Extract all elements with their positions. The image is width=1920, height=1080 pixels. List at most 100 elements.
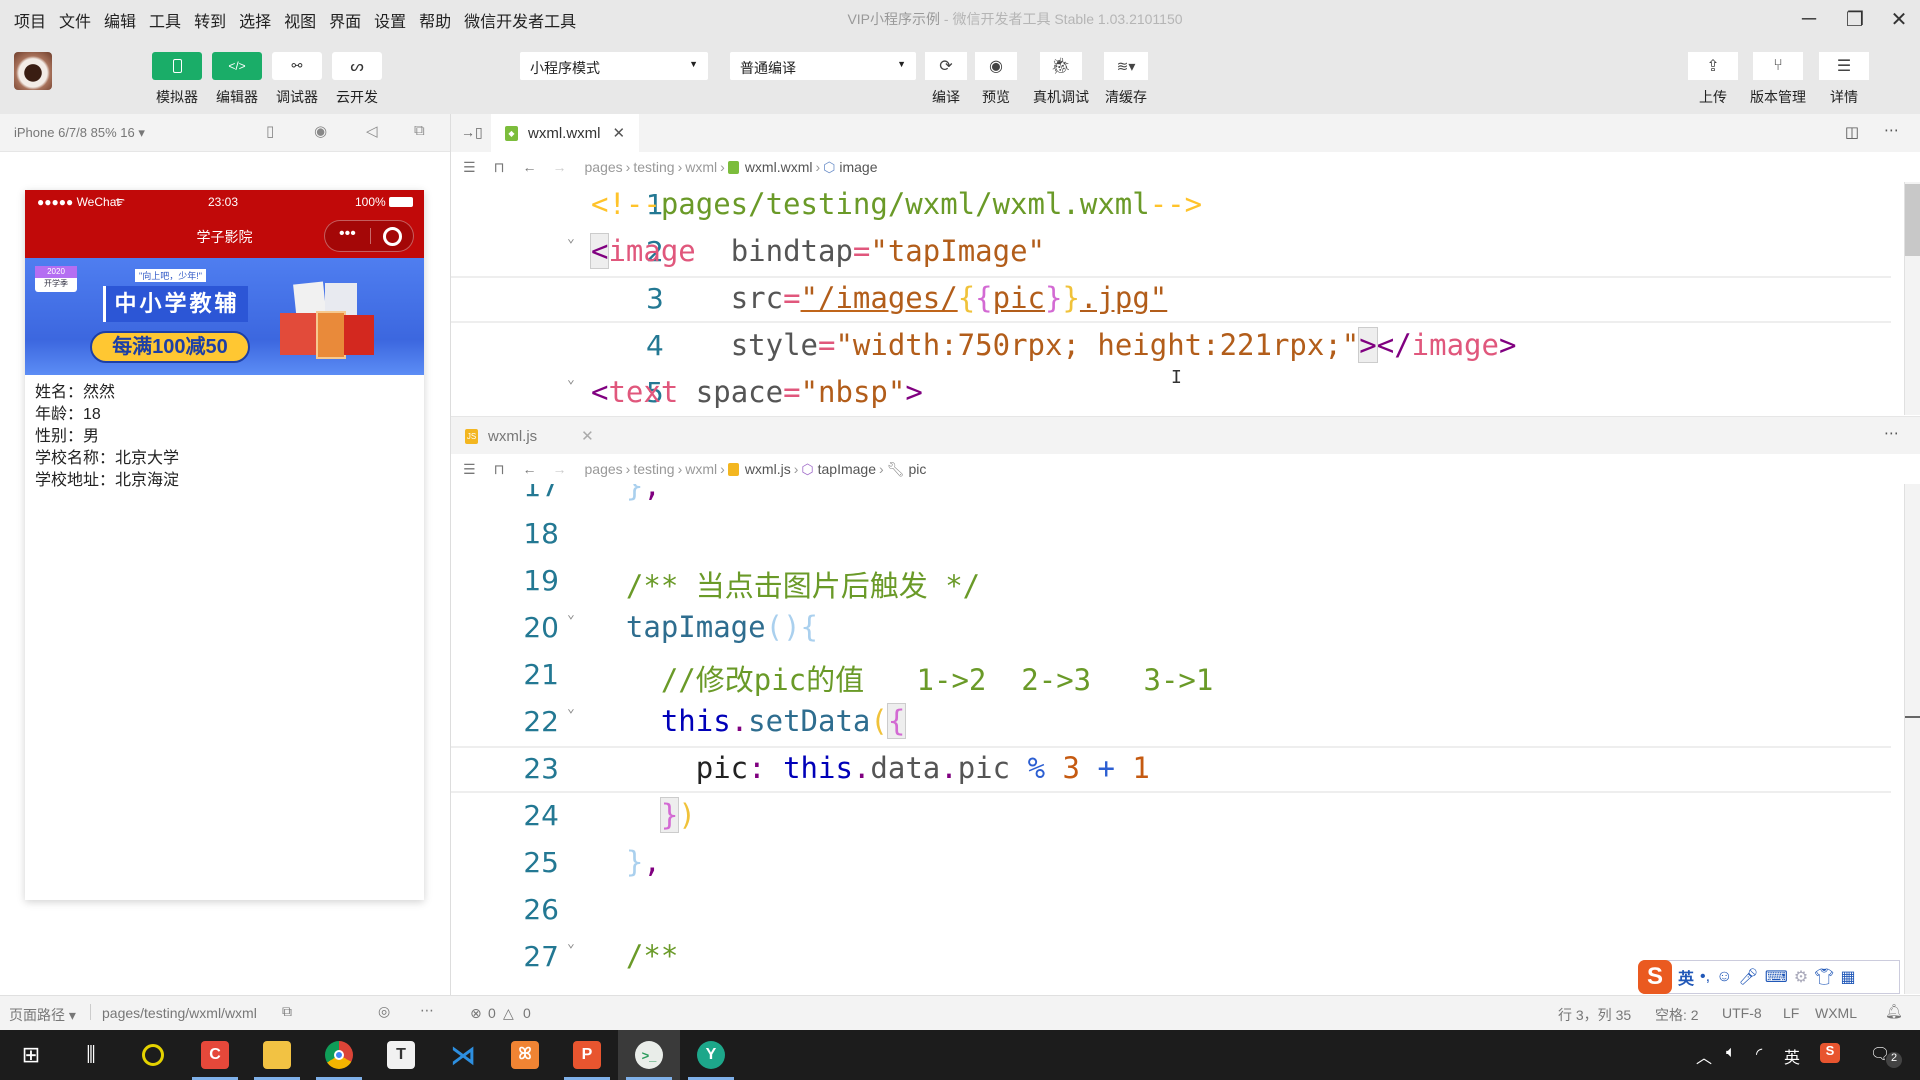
cursor-position[interactable]: 行 3，列 35 <box>1558 1005 1631 1025</box>
avatar[interactable] <box>14 52 52 90</box>
taskbar-xmind[interactable]: ꕤ <box>494 1030 556 1080</box>
emoji-icon[interactable]: ☺ <box>1716 968 1732 986</box>
real-device-debug-button[interactable]: 🐞︎ <box>1040 52 1082 80</box>
preview-button[interactable]: ◉ <box>975 52 1017 80</box>
crumb-wxml-folder[interactable]: wxml <box>685 461 717 477</box>
more-actions-icon[interactable]: ⋯ <box>1884 121 1899 139</box>
eye-icon[interactable]: ◎ <box>378 1003 390 1020</box>
skin-icon[interactable]: 👕︎ <box>1814 967 1834 987</box>
error-icon[interactable]: ⊗ <box>470 1005 482 1022</box>
forward-icon[interactable]: → <box>553 461 567 477</box>
sogou-tray-icon[interactable]: S <box>1820 1043 1840 1063</box>
mode-select[interactable]: 小程序模式 ▼ <box>520 52 708 80</box>
crumb-testing[interactable]: testing <box>633 159 674 175</box>
minimize-button[interactable]: ─ <box>1786 4 1832 34</box>
crumb-file[interactable]: wxml.js <box>745 461 791 477</box>
taskbar-wps[interactable]: P <box>556 1030 618 1080</box>
ime-mode[interactable]: 英 <box>1678 965 1694 989</box>
editor1-code[interactable]: 1 <!--pages/testing/wxml/wxml.wxml--> 2 … <box>451 182 1891 415</box>
crumb-wxml-folder[interactable]: wxml <box>685 159 717 175</box>
sound-icon[interactable]: ◁ <box>366 122 378 140</box>
crumb-pages[interactable]: pages <box>585 461 623 477</box>
device-select[interactable]: iPhone 6/7/8 85% 16 ▾ <box>14 125 145 141</box>
back-icon[interactable]: ← <box>523 461 537 477</box>
simulator-button[interactable] <box>152 52 202 80</box>
version-button[interactable]: ⑂ <box>1753 52 1803 80</box>
taskbar-typora[interactable]: T <box>370 1030 432 1080</box>
fold-chevron-icon[interactable]: ⌄ <box>567 372 575 387</box>
editor2-scrollbar[interactable] <box>1904 484 1920 994</box>
task-view-button[interactable]: ⫼ <box>60 1030 122 1080</box>
maximize-button[interactable]: ❐ <box>1832 4 1878 34</box>
fold-chevron-icon[interactable]: ⌄ <box>567 607 575 622</box>
bookmark-icon[interactable]: ⊓ <box>494 461 505 478</box>
crumb-file[interactable]: wxml.wxml <box>745 159 813 175</box>
page-path-dropdown[interactable]: 页面路径 ▾ <box>9 1005 76 1025</box>
compile-mode-select[interactable]: 普通编译 ▼ <box>730 52 916 80</box>
outline-icon[interactable]: ☰ <box>463 159 476 176</box>
taskbar-chrome[interactable] <box>308 1030 370 1080</box>
error-count[interactable]: 0 <box>488 1005 496 1021</box>
taskbar-app-c[interactable]: C <box>184 1030 246 1080</box>
indentation[interactable]: 空格: 2 <box>1655 1005 1699 1025</box>
more-icon[interactable]: ••• <box>339 225 356 243</box>
outline-icon[interactable]: ☰ <box>463 461 476 478</box>
wifi-icon[interactable]: ◜ <box>1756 1044 1762 1064</box>
bookmark-icon[interactable]: ⊓ <box>494 159 505 176</box>
more-actions-icon[interactable]: ⋯ <box>1884 424 1899 442</box>
debugger-button[interactable]: ⚯ <box>272 52 322 80</box>
editor-button[interactable]: </> <box>212 52 262 80</box>
upload-button[interactable]: ⇪ <box>1688 52 1738 80</box>
device-icon[interactable]: ▯ <box>266 122 274 140</box>
compile-button[interactable]: ⟳ <box>925 52 967 80</box>
copy-icon[interactable]: ⧉ <box>282 1003 292 1020</box>
taskbar-vscode[interactable]: ⋊ <box>432 1030 494 1080</box>
crumb-method[interactable]: tapImage <box>818 461 876 477</box>
language-mode[interactable]: WXML <box>1815 1005 1857 1021</box>
tray-overflow-icon[interactable]: ︿ <box>1696 1044 1712 1068</box>
close-tab-icon[interactable]: ✕ <box>613 124 626 142</box>
crumb-symbol[interactable]: image <box>839 159 877 175</box>
grid-menu-icon[interactable]: ▦ <box>1840 967 1855 987</box>
banner-image[interactable]: 2020 开学季 "向上吧，少年!" 中小学教辅 每满100减50 <box>25 258 424 375</box>
forward-icon[interactable]: → <box>553 159 567 175</box>
crumb-testing[interactable]: testing <box>633 461 674 477</box>
fold-chevron-icon[interactable]: ⌄ <box>567 936 575 951</box>
fold-chevron-icon[interactable]: ⌄ <box>567 231 575 246</box>
close-miniprogram-icon[interactable] <box>383 227 402 246</box>
end-of-line[interactable]: LF <box>1783 1005 1799 1021</box>
cloud-button[interactable]: ᔕ <box>332 52 382 80</box>
warning-icon[interactable]: △ <box>503 1005 514 1022</box>
crumb-pages[interactable]: pages <box>585 159 623 175</box>
tab-js[interactable]: JS wxml.js ✕ <box>451 417 608 455</box>
editor2-code[interactable]: 17 }, 18 19 /** 当点击图片后触发 */ 20 ⌄ tapImage… <box>451 484 1891 994</box>
input-language[interactable]: 英 <box>1784 1044 1800 1068</box>
warning-count[interactable]: 0 <box>523 1005 531 1021</box>
taskbar-app-circle[interactable] <box>122 1030 184 1080</box>
back-icon[interactable]: ← <box>523 159 537 175</box>
more-icon[interactable]: ⋯ <box>420 1002 434 1019</box>
punctuation-icon[interactable]: •, <box>1700 968 1710 986</box>
detach-window-icon[interactable]: ⧉ <box>414 122 425 139</box>
encoding[interactable]: UTF-8 <box>1722 1005 1762 1021</box>
taskbar-wechat-devtools[interactable]: >_ <box>618 1030 680 1080</box>
scroll-thumb[interactable] <box>1905 184 1920 256</box>
record-icon[interactable]: ◉ <box>314 122 327 140</box>
close-button[interactable]: ✕ <box>1876 4 1920 34</box>
collapse-panel-icon[interactable]: →▯ <box>461 124 483 141</box>
toolbox-icon[interactable]: ⚙ <box>1794 967 1808 987</box>
notification-bell-icon[interactable]: 🔔︎ <box>1885 1003 1903 1020</box>
taskbar-app-green[interactable]: Y <box>680 1030 742 1080</box>
fold-chevron-icon[interactable]: ⌄ <box>567 701 575 716</box>
editor1-scrollbar[interactable] <box>1904 182 1920 415</box>
sogou-logo-icon[interactable]: S <box>1638 960 1672 994</box>
start-button[interactable]: ⊞ <box>0 1030 62 1080</box>
split-editor-icon[interactable]: ◫ <box>1845 123 1859 141</box>
microphone-icon[interactable]: 🎤︎ <box>1738 967 1758 987</box>
volume-icon[interactable]: 🔈︎ <box>1726 1044 1736 1062</box>
clear-cache-button[interactable]: ≋▾ <box>1104 52 1148 80</box>
crumb-property[interactable]: pic <box>908 461 926 477</box>
close-tab-icon[interactable]: ✕ <box>581 427 594 445</box>
keyboard-icon[interactable]: ⌨ <box>1765 967 1788 987</box>
tab-wxml[interactable]: ◆ wxml.wxml ✕ <box>491 114 640 152</box>
